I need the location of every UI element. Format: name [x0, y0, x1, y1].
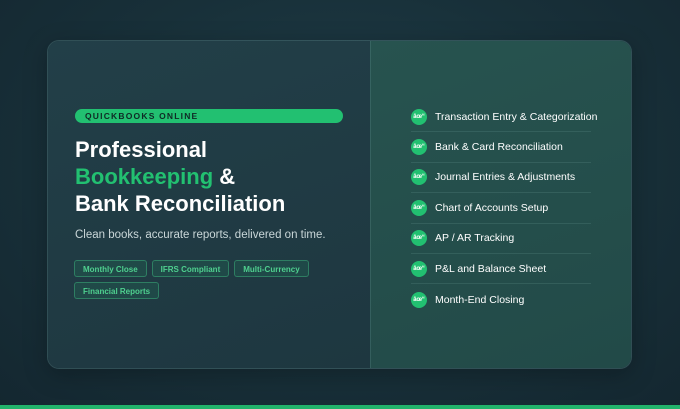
headline-line1: Professional: [75, 137, 208, 162]
promo-card: QUICKBOOKS ONLINE Professional Bookkeepin…: [47, 40, 632, 369]
feature-label: Journal Entries & Adjustments: [435, 171, 576, 184]
feature-label: P&L and Balance Sheet: [435, 262, 547, 275]
tag-multi-currency: Multi-Currency: [234, 260, 309, 277]
subtitle: Clean books, accurate reports, delivered…: [75, 229, 326, 241]
tag-financial-reports: Financial Reports: [74, 282, 160, 299]
tag-list: Monthly Close IFRS Compliant Multi-Curre…: [74, 260, 324, 299]
list-item: âœ“ Month-End Closing: [411, 284, 591, 314]
feature-label: Month-End Closing: [435, 293, 525, 306]
list-item: âœ“ Journal Entries & Adjustments: [411, 163, 591, 194]
list-item: âœ“ AP / AR Tracking: [411, 224, 591, 254]
check-icon: âœ“: [411, 260, 427, 277]
tag-monthly-close: Monthly Close: [74, 260, 147, 277]
check-icon: âœ“: [411, 169, 427, 186]
list-item: âœ“ Transaction Entry & Categorization: [411, 102, 597, 133]
check-icon: âœ“: [411, 291, 427, 308]
check-icon: âœ“: [411, 230, 427, 247]
accent-bar: [0, 405, 680, 409]
feature-label: Transaction Entry & Categorization: [435, 110, 598, 123]
headline-amp: &: [213, 164, 236, 189]
feature-label: Chart of Accounts Setup: [435, 201, 549, 214]
feature-label: Bank & Card Reconciliation: [435, 141, 563, 154]
check-icon: âœ“: [411, 139, 427, 156]
page-title: Professional Bookkeeping & Bank Reconcilia…: [75, 136, 355, 217]
hero-panel: QUICKBOOKS ONLINE Professional Bookkeepin…: [48, 41, 370, 368]
feature-list: âœ“ Transaction Entry & Categorization â…: [411, 102, 597, 315]
feature-label: AP / AR Tracking: [435, 232, 515, 245]
list-item: âœ“ P&L and Balance Sheet: [411, 254, 591, 285]
list-item: âœ“ Bank & Card Reconciliation: [411, 132, 591, 163]
check-icon: âœ“: [411, 199, 427, 216]
eyebrow-badge: QUICKBOOKS ONLINE: [75, 109, 343, 123]
list-item: âœ“ Chart of Accounts Setup: [411, 193, 591, 224]
headline-accent: Bookkeeping: [75, 164, 214, 189]
tag-ifrs-compliant: IFRS Compliant: [151, 260, 230, 277]
features-panel: âœ“ Transaction Entry & Categorization â…: [370, 41, 631, 368]
headline-line3: Bank Reconciliation: [75, 191, 286, 216]
check-icon: âœ“: [411, 108, 427, 125]
